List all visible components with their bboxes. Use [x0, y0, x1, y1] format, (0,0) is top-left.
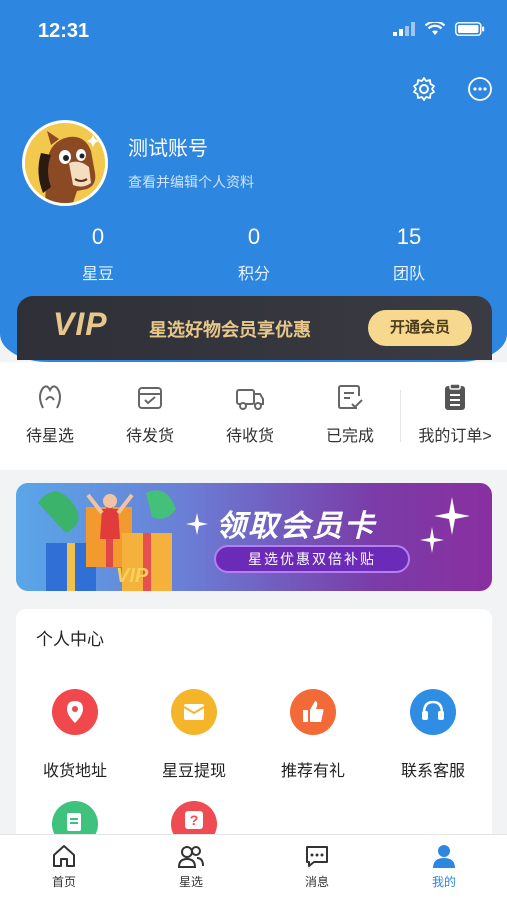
grid-referral-reward[interactable]: 推荐有礼 [258, 689, 368, 781]
profile-header: 12:31 测试账号 查看并编辑个人资料 0 星豆 0 积分 15 团队 VIP… [0, 0, 507, 362]
grid-bean-withdraw[interactable]: 星豆提现 [139, 689, 249, 781]
username[interactable]: 测试账号 [128, 132, 208, 161]
signal-icon [393, 22, 415, 36]
stat-team[interactable]: 15 团队 [349, 224, 469, 284]
tab-label: 消息 [304, 875, 329, 889]
wifi-icon [425, 22, 445, 35]
truck-icon [236, 389, 264, 410]
tab-label: 首页 [51, 875, 76, 889]
gift-boxes-illustration [38, 490, 176, 591]
personal-center-card: 个人中心 收货地址 星豆提现 推荐有礼 联系客服 ? [16, 609, 492, 849]
settings-gear-icon[interactable] [411, 76, 437, 102]
section-title: 个人中心 [36, 630, 104, 649]
stat-label: 团队 [392, 266, 425, 283]
avatar[interactable] [22, 120, 108, 206]
users-icon [177, 846, 204, 868]
vip-promo-bar[interactable]: VIP 星选好物会员享优惠 开通会员 [17, 296, 492, 360]
grid-label: 推荐有礼 [280, 763, 345, 780]
edit-profile-link[interactable]: 查看并编辑个人资料 [128, 172, 254, 192]
horse-avatar-icon [25, 123, 105, 203]
tab-messages[interactable]: 消息 [267, 843, 367, 890]
sparkle-large-icon [420, 497, 470, 553]
stat-star-beans[interactable]: 0 星豆 [38, 224, 158, 284]
stat-value: 0 [247, 224, 261, 249]
thumbs-up-icon [290, 689, 336, 735]
stat-label: 星豆 [81, 266, 114, 283]
order-label: 待星选 [25, 428, 74, 445]
home-icon [53, 845, 75, 867]
vip-logo: VIP [53, 306, 108, 342]
tab-label: 星选 [178, 875, 203, 889]
tab-xingxuan[interactable]: 星选 [141, 843, 241, 890]
profile-icon [433, 845, 455, 868]
banner-subtitle: 星选优惠双倍补贴 [214, 545, 410, 573]
my-orders-link[interactable]: 我的订单> [405, 382, 505, 446]
membership-card-banner[interactable]: VIP 领取会员卡 星选优惠双倍补贴 [16, 483, 492, 591]
banner-title: 领取会员卡 [216, 510, 376, 543]
order-label: 待发货 [125, 428, 174, 445]
headset-icon [410, 689, 456, 735]
orders-section: 待星选 待发货 待收货 已完成 我的订单> [0, 362, 507, 470]
help-glyph: ? [190, 812, 199, 828]
location-icon [52, 689, 98, 735]
status-bar: 12:31 [0, 0, 507, 60]
sparkle-icon [186, 513, 208, 535]
grid-label: 星豆提现 [161, 763, 226, 780]
box-icon [138, 387, 162, 409]
order-pending-shipment[interactable]: 待发货 [100, 382, 200, 446]
grid-label: 收货地址 [42, 763, 107, 780]
battery-icon [455, 22, 485, 36]
checklist-icon [338, 385, 363, 409]
order-label: 已完成 [325, 428, 374, 445]
bottom-tab-bar: 首页 星选 消息 我的 [0, 834, 507, 900]
open-membership-button[interactable]: 开通会员 [368, 310, 472, 346]
banner-vip-mark: VIP [116, 565, 149, 587]
stat-label: 积分 [237, 266, 270, 283]
tab-home[interactable]: 首页 [14, 843, 114, 890]
order-pending-select[interactable]: 待星选 [0, 382, 100, 446]
tab-mine[interactable]: 我的 [394, 843, 494, 890]
tab-label: 我的 [431, 875, 456, 889]
status-time: 12:31 [38, 20, 90, 42]
wallet-icon [171, 689, 217, 735]
stat-value: 0 [91, 224, 105, 249]
order-pending-receipt[interactable]: 待收货 [200, 382, 300, 446]
star-select-icon [39, 385, 61, 409]
message-icon [306, 846, 328, 867]
vip-promo-text: 星选好物会员享优惠 [149, 320, 311, 340]
stat-points[interactable]: 0 积分 [194, 224, 314, 284]
grid-shipping-address[interactable]: 收货地址 [20, 689, 130, 781]
clipboard-icon [445, 383, 465, 410]
order-label: 待收货 [225, 428, 274, 445]
stat-value: 15 [396, 224, 422, 249]
grid-label: 联系客服 [400, 763, 465, 780]
status-icons [393, 22, 485, 36]
divider [400, 390, 401, 442]
grid-customer-service[interactable]: 联系客服 [378, 689, 488, 781]
order-completed[interactable]: 已完成 [300, 382, 400, 446]
order-label: 我的订单> [418, 428, 492, 445]
more-options-icon[interactable] [467, 76, 493, 102]
